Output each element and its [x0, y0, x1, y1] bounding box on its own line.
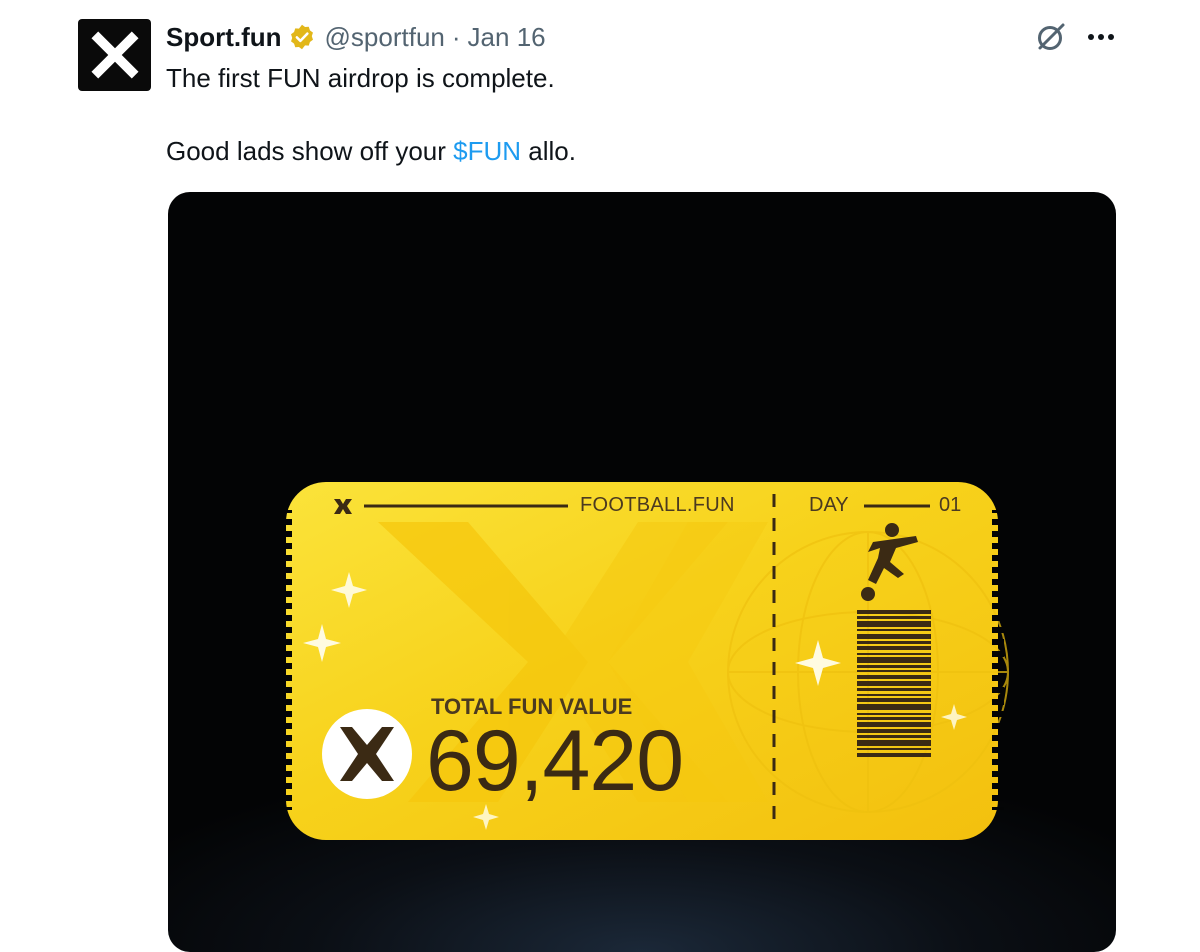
meta-separator: ·	[451, 21, 461, 52]
barcode-bar	[857, 688, 931, 691]
barcode-bar	[857, 657, 931, 663]
sportfun-x-logo-icon	[90, 31, 139, 79]
barcode-bar	[857, 717, 931, 720]
barcode-bar	[857, 634, 931, 639]
cashtag-link[interactable]: $FUN	[453, 136, 521, 166]
barcode-bar	[857, 740, 931, 746]
tweet-text: The first FUN airdrop is complete. Good …	[166, 60, 576, 169]
barcode-bar	[857, 653, 931, 655]
barcode-bar	[857, 704, 931, 710]
ticket-left-teeth	[280, 510, 292, 810]
grok-icon[interactable]	[1034, 20, 1068, 54]
barcode-bar	[857, 722, 931, 727]
barcode-bar	[857, 610, 931, 614]
barcode-bar	[857, 641, 931, 644]
barcode-bar	[857, 694, 931, 696]
author-handle[interactable]: @sportfun	[325, 22, 445, 53]
barcode-bar	[857, 748, 931, 750]
barcode-bar	[857, 670, 931, 672]
tweet-text-line2-suffix: allo.	[521, 136, 576, 166]
ticket-right-teeth	[992, 510, 1004, 810]
ticket-brand: FOOTBALL.FUN	[580, 494, 735, 516]
barcode-bar	[857, 629, 931, 631]
barcode-bar	[857, 665, 931, 668]
barcode-bar	[857, 681, 931, 686]
verified-badge-icon	[288, 23, 316, 51]
barcode-bar	[857, 646, 931, 650]
barcode-bar	[857, 729, 931, 733]
barcode-bar	[857, 753, 931, 757]
avatar[interactable]	[78, 19, 151, 91]
barcode-bar	[857, 735, 931, 738]
display-name[interactable]: Sport.fun	[166, 22, 282, 53]
airdrop-ticket	[280, 482, 1009, 840]
barcode-bar	[857, 675, 931, 679]
more-dots-icon[interactable]	[1084, 22, 1118, 52]
ticket-day-number: 01	[939, 494, 962, 516]
ticket-total-value: 69,420	[426, 713, 684, 809]
tweet-text-line2: Good lads show off your $FUN allo.	[166, 133, 576, 169]
ticket-day-label: DAY	[809, 494, 849, 516]
barcode-bar	[857, 698, 931, 702]
tweet-header: Sport.fun @sportfun · Jan 16	[166, 20, 546, 54]
sportfun-logo-icon	[322, 709, 412, 799]
tweet-date[interactable]: Jan 16	[468, 22, 546, 53]
tweet-text-line1: The first FUN airdrop is complete.	[166, 63, 555, 93]
barcode-bar	[857, 616, 931, 619]
tweet-text-line2-prefix: Good lads show off your	[166, 136, 454, 166]
barcode-bar	[857, 713, 931, 715]
tweet-media-image[interactable]: FOOTBALL.FUN DAY 01 TOTAL FUN VALUE 69,4…	[168, 192, 1116, 952]
barcode-bar	[857, 621, 931, 627]
